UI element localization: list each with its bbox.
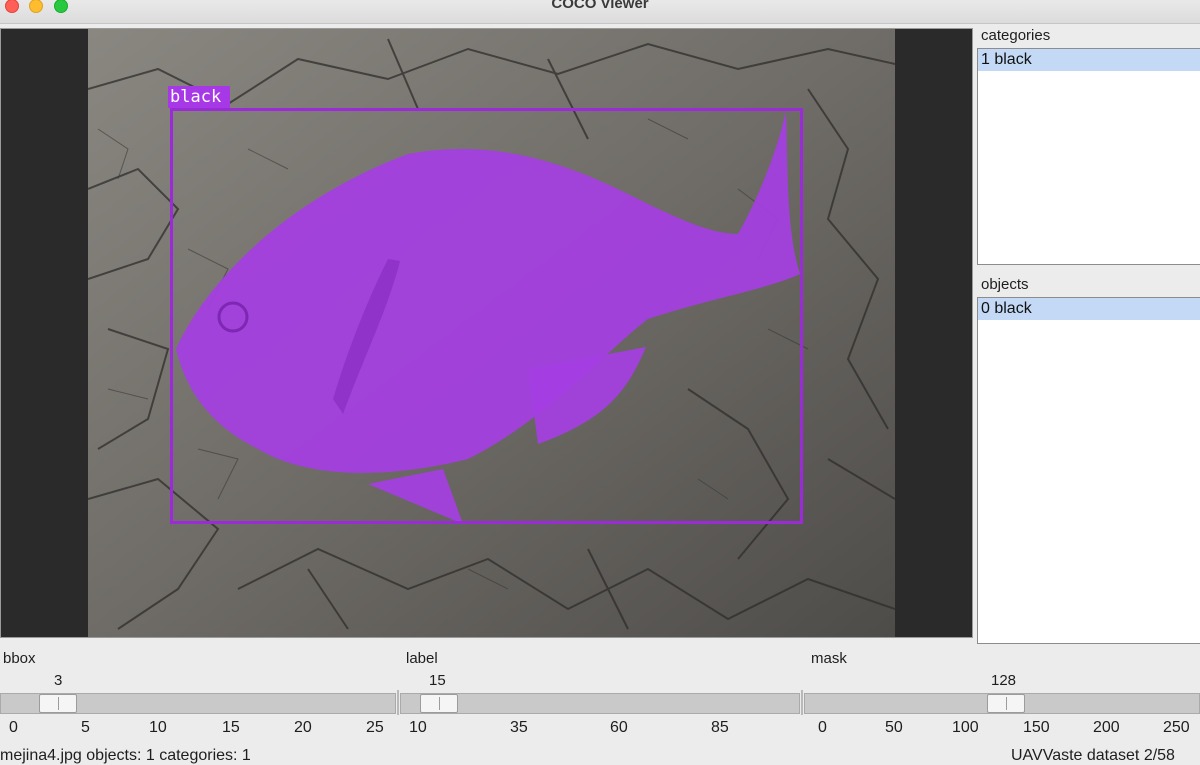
title-bar: COCO Viewer <box>0 0 1200 24</box>
label-slider-value: 15 <box>429 672 446 689</box>
mask-slider-label: mask <box>811 650 847 667</box>
status-dataset-info: UAVVaste dataset 2/58 <box>1011 747 1175 764</box>
label-tick: 60 <box>610 719 628 736</box>
slider-divider <box>397 690 399 715</box>
label-tick: 10 <box>409 719 427 736</box>
bbox-tick: 20 <box>294 719 312 736</box>
bbox-slider-value: 3 <box>54 672 63 689</box>
mask-slider-value: 128 <box>991 672 1017 689</box>
slider-divider <box>801 690 803 715</box>
window-title: COCO Viewer <box>551 0 649 12</box>
objects-list[interactable]: 0 black <box>977 297 1200 644</box>
bbox-tick: 25 <box>366 719 384 736</box>
bbox-tick: 10 <box>149 719 167 736</box>
bbox-tick: 15 <box>222 719 240 736</box>
categories-label: categories <box>981 27 1051 44</box>
mask-tick: 200 <box>1093 719 1120 736</box>
objects-label: objects <box>981 276 1029 293</box>
image-canvas[interactable]: black <box>0 28 973 638</box>
mask-tick: 0 <box>818 719 827 736</box>
category-item[interactable]: 1 black <box>978 49 1200 71</box>
bbox-tick: 5 <box>81 719 90 736</box>
label-slider-track[interactable] <box>400 693 800 714</box>
object-item[interactable]: 0 black <box>978 298 1200 320</box>
mask-tick: 50 <box>885 719 903 736</box>
label-tick: 35 <box>510 719 528 736</box>
mask-tick: 250 <box>1163 719 1190 736</box>
bbox-tick: 0 <box>9 719 18 736</box>
mask-tick: 100 <box>952 719 979 736</box>
label-tick: 85 <box>711 719 729 736</box>
mask-tick: 150 <box>1023 719 1050 736</box>
status-file-info: mejina4.jpg objects: 1 categories: 1 <box>0 747 251 764</box>
label-slider-thumb[interactable] <box>420 694 458 713</box>
label-slider-label: label <box>406 650 438 667</box>
mask-slider-thumb[interactable] <box>987 694 1025 713</box>
categories-list[interactable]: 1 black <box>977 48 1200 265</box>
bounding-box <box>170 108 803 524</box>
annotation-label-tag: black <box>168 86 230 108</box>
bbox-slider-label: bbox <box>3 650 36 667</box>
bbox-slider-thumb[interactable] <box>39 694 77 713</box>
